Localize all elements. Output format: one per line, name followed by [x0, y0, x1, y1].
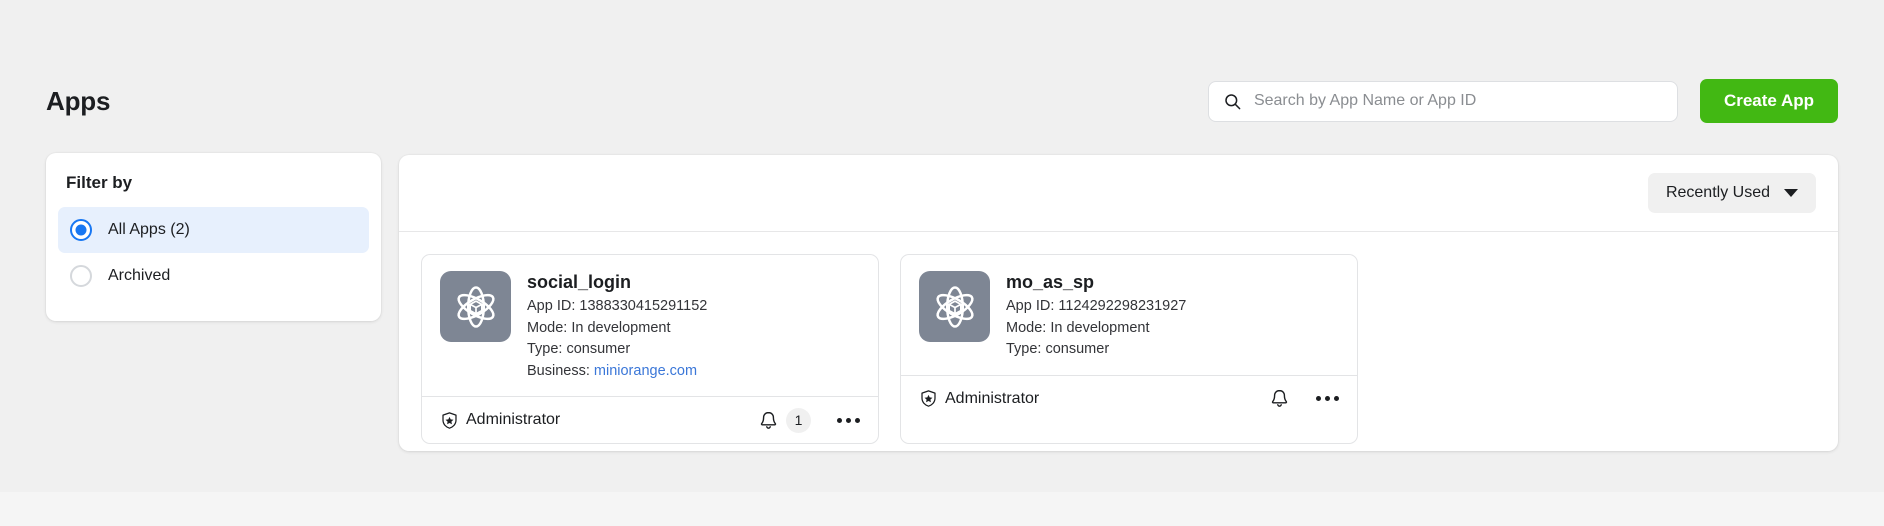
app-type: Type: consumer: [527, 341, 631, 358]
page-title: Apps: [46, 86, 111, 116]
bell-icon: [1271, 390, 1288, 408]
app-card-body: mo_as_sp App ID: 1124292298231927 Mode: …: [901, 255, 1357, 375]
radio-icon-all-apps: [70, 219, 92, 241]
app-business: Business: miniorange.com: [527, 361, 707, 382]
filter-panel-title: Filter by: [66, 173, 133, 192]
app-card[interactable]: social_login App ID: 1388330415291152 Mo…: [421, 254, 879, 445]
more-options-icon[interactable]: [837, 414, 860, 427]
page-header: Apps Create App: [46, 76, 1838, 126]
filter-item-archived[interactable]: Archived: [58, 253, 369, 299]
notification-badge: 1: [786, 407, 811, 433]
create-app-button[interactable]: Create App: [1699, 79, 1838, 123]
sort-dropdown[interactable]: Recently Used: [1647, 173, 1816, 213]
app-card[interactable]: mo_as_sp App ID: 1124292298231927 Mode: …: [900, 254, 1358, 445]
app-details: mo_as_sp App ID: 1124292298231927 Mode: …: [1006, 271, 1186, 361]
dot: [846, 417, 851, 423]
app-card-footer: Administrator: [901, 374, 1357, 422]
app-name: mo_as_sp: [1006, 272, 1095, 292]
dot: [1316, 396, 1321, 402]
radio-icon-archived: [70, 265, 92, 287]
sort-dropdown-label: Recently Used: [1665, 184, 1770, 201]
app-role-label: Administrator: [945, 389, 1040, 407]
app-card-actions: 1: [758, 407, 860, 433]
app-mode: Mode: In development: [1006, 319, 1150, 336]
search-input[interactable]: [1253, 81, 1665, 121]
filter-item-label: All Apps (2): [108, 221, 190, 238]
app-id: App ID: 1124292298231927: [1006, 298, 1187, 315]
atom-icon: [935, 285, 974, 328]
app-card-actions: [1269, 388, 1339, 409]
app-details: social_login App ID: 1388330415291152 Mo…: [527, 271, 707, 382]
apps-panel: Recently Used social_login App ID: 13883…: [399, 155, 1838, 451]
app-id: App ID: 1388330415291152: [527, 298, 708, 315]
shield-star-icon: [442, 411, 457, 429]
chevron-down-icon: [1784, 189, 1798, 197]
app-role-label: Administrator: [466, 411, 561, 429]
app-business-link[interactable]: miniorange.com: [594, 363, 697, 379]
more-options-icon[interactable]: [1316, 392, 1339, 405]
app-name: social_login: [527, 272, 632, 292]
app-avatar: [440, 271, 511, 342]
header-actions: Create App: [1207, 79, 1838, 123]
dot: [1334, 396, 1339, 402]
app-card-footer: Administrator 1: [422, 396, 878, 443]
filter-item-label: Archived: [108, 267, 171, 284]
dot: [1325, 396, 1330, 402]
apps-page: Apps Create App Filter by All Apps (2) A…: [0, 0, 1884, 526]
notifications-button[interactable]: [1269, 388, 1290, 409]
app-type: Type: consumer: [1006, 341, 1110, 358]
app-card-body: social_login App ID: 1388330415291152 Mo…: [422, 255, 878, 396]
search-icon: [1225, 93, 1241, 109]
atom-icon: [456, 285, 495, 328]
notifications-button[interactable]: 1: [758, 407, 811, 433]
dot: [837, 417, 842, 423]
page-bottom-band: [0, 492, 1884, 526]
app-mode: Mode: In development: [527, 319, 671, 336]
bell-icon: [760, 411, 777, 429]
dot: [855, 417, 860, 423]
app-role: Administrator: [919, 389, 1039, 408]
app-role: Administrator: [440, 411, 560, 430]
filter-panel: Filter by All Apps (2) Archived: [46, 153, 381, 321]
app-business-label: Business:: [527, 362, 594, 379]
filter-item-all-apps[interactable]: All Apps (2): [58, 207, 369, 253]
apps-list: social_login App ID: 1388330415291152 Mo…: [399, 232, 1838, 445]
app-avatar: [919, 271, 990, 342]
shield-star-icon: [921, 390, 936, 408]
search-box[interactable]: [1207, 80, 1678, 122]
apps-toolbar: Recently Used: [399, 155, 1838, 232]
